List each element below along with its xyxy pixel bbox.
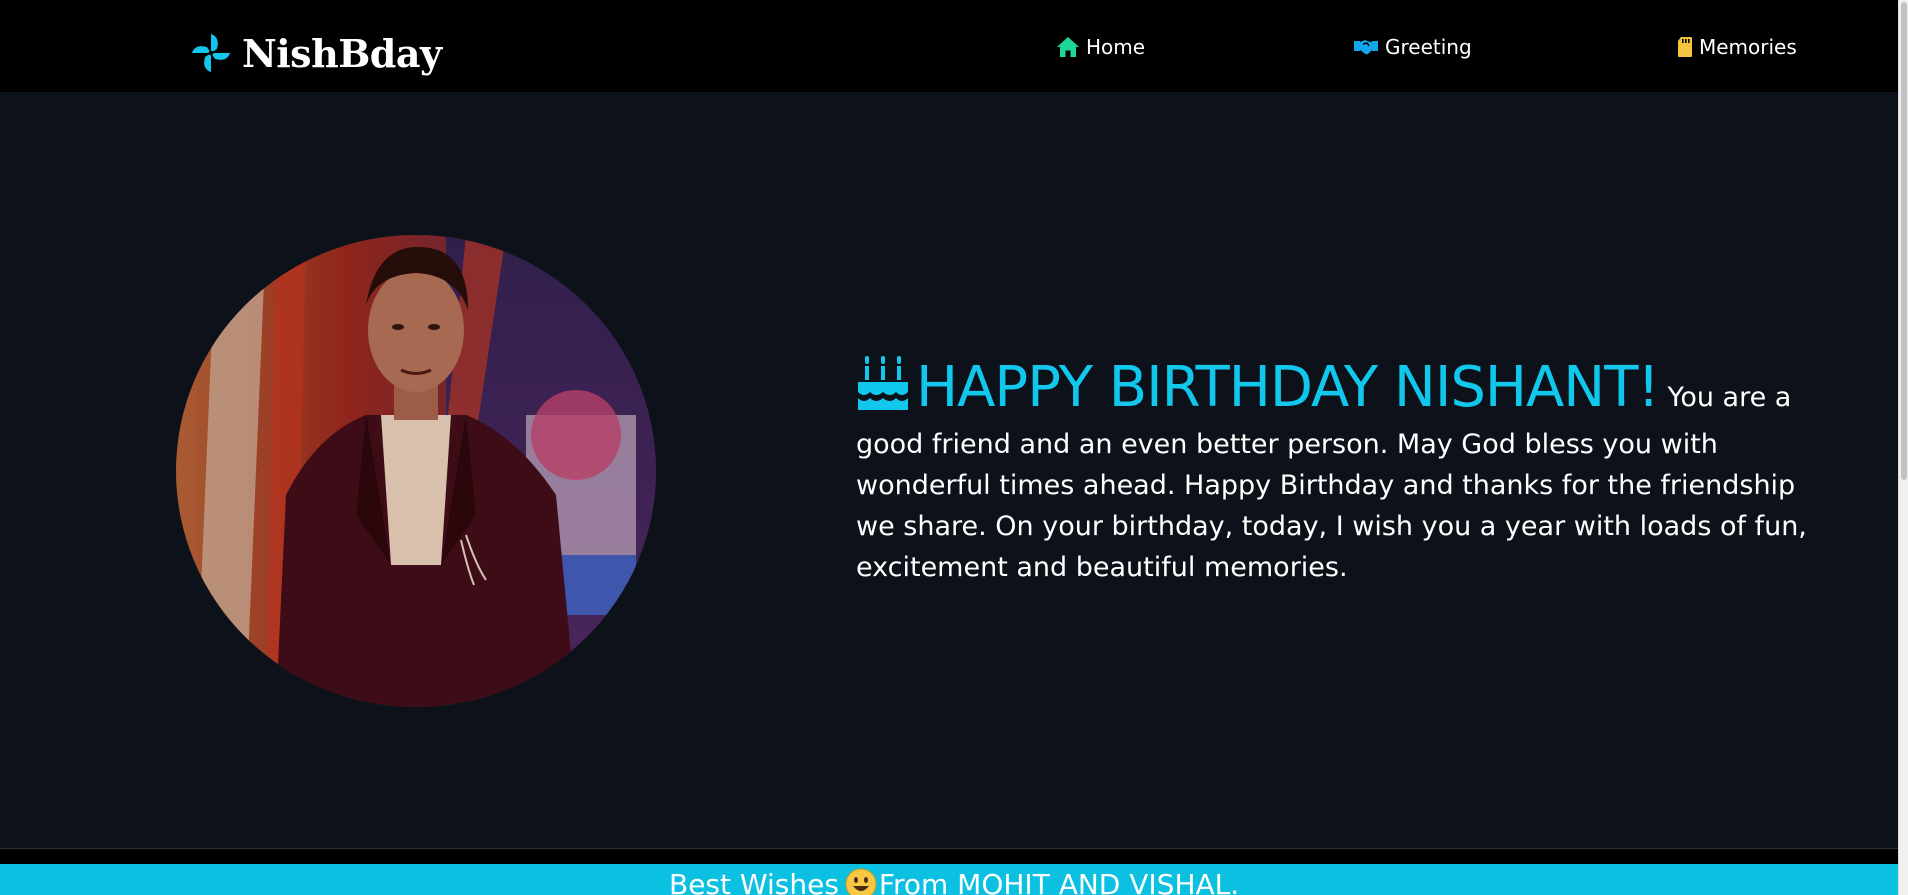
nav-memories-link[interactable]: Memories bbox=[1677, 32, 1797, 62]
nav-greeting-label: Greeting bbox=[1385, 35, 1472, 59]
navbar: NishBday Home Greeting Memories bbox=[0, 0, 1898, 92]
brand-name: NishBday bbox=[242, 30, 442, 76]
footer: Best Wishes From MOHIT AND VISHAL. bbox=[0, 864, 1898, 895]
birthday-cake-icon bbox=[856, 352, 910, 424]
smiley-face-icon bbox=[845, 868, 877, 895]
nav-home-link[interactable]: Home bbox=[1056, 32, 1145, 62]
scrollbar-thumb[interactable] bbox=[1901, 2, 1907, 480]
footer-text-before: Best Wishes bbox=[669, 868, 839, 895]
handshake-icon bbox=[1353, 37, 1379, 57]
nav-home-label: Home bbox=[1086, 35, 1146, 59]
profile-photo bbox=[176, 235, 656, 707]
nav-greeting-link[interactable]: Greeting bbox=[1353, 32, 1472, 62]
footer-text: Best Wishes From MOHIT AND VISHAL. bbox=[669, 868, 1239, 895]
page-scrollbar[interactable] bbox=[1898, 0, 1908, 895]
footer-text-after: From MOHIT AND VISHAL. bbox=[878, 868, 1240, 895]
footer-divider bbox=[0, 848, 1898, 864]
birthday-message: HAPPY BIRTHDAY NISHANT! You are a good f… bbox=[856, 352, 1824, 588]
home-icon bbox=[1056, 36, 1080, 58]
pinwheel-icon bbox=[188, 30, 234, 76]
sd-card-icon bbox=[1677, 36, 1693, 58]
nav-memories-label: Memories bbox=[1699, 35, 1797, 59]
headline: HAPPY BIRTHDAY NISHANT! bbox=[916, 355, 1660, 420]
brand-logo-link[interactable]: NishBday bbox=[188, 28, 442, 78]
